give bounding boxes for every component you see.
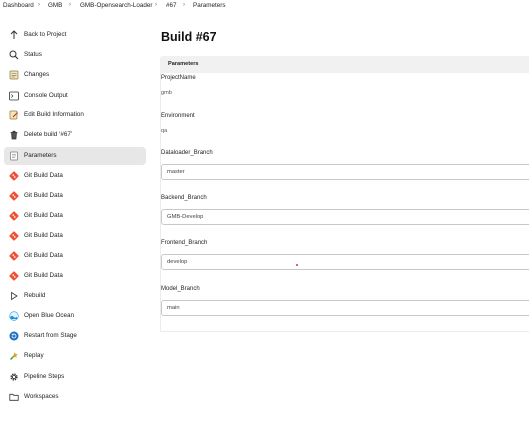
sidebar-item-label: Workspaces — [24, 393, 59, 400]
field-value: main — [167, 305, 180, 311]
sidebar-item-status[interactable]: Status — [4, 46, 146, 64]
search-icon — [9, 50, 19, 60]
play-outline-icon — [11, 291, 18, 301]
sidebar-item-label: Replay — [24, 352, 44, 359]
breadcrumb-job[interactable]: GMB-Opensearch-Loader — [80, 2, 152, 9]
param-label-frontend-branch: Frontend_Branch — [161, 240, 208, 246]
frontend-branch-field[interactable]: develop — [161, 254, 529, 270]
section-title: Parameters — [168, 61, 199, 67]
backend-branch-field[interactable]: GMB-Develop — [161, 209, 529, 225]
sidebar-item-label: Changes — [24, 71, 50, 78]
sidebar-item-label: Git Build Data — [24, 232, 63, 239]
replay-icon — [9, 352, 18, 361]
sidebar-item-open-blue-ocean[interactable]: Open Blue Ocean — [4, 307, 146, 325]
sidebar-item-label: Edit Build Information — [24, 111, 84, 118]
git-icon — [9, 211, 19, 221]
field-value: GMB-Develop — [167, 214, 204, 220]
breadcrumb-build[interactable]: #67 — [166, 2, 177, 9]
sidebar-item-label: Back to Project — [24, 31, 67, 38]
breadcrumb-dashboard[interactable]: Dashboard — [3, 2, 34, 9]
sidebar-item-git-build-data[interactable]: Git Build Data — [4, 267, 146, 285]
sidebar-item-git-build-data[interactable]: Git Build Data — [4, 247, 146, 265]
notepad-pencil-icon — [9, 110, 18, 120]
field-value: master — [167, 169, 185, 175]
sidebar-item-label: Git Build Data — [24, 252, 63, 259]
param-value-environment: qa — [161, 128, 168, 134]
breadcrumb-gmb[interactable]: GMB — [48, 2, 62, 9]
param-label-model-branch: Model_Branch — [161, 286, 200, 292]
sidebar-item-back-to-project[interactable]: Back to Project — [4, 26, 146, 44]
sidebar-item-workspaces[interactable]: Workspaces — [4, 388, 146, 406]
breadcrumb-parameters[interactable]: Parameters — [193, 2, 226, 9]
param-label-backend-branch: Backend_Branch — [161, 195, 207, 201]
parameters-panel — [160, 73, 529, 332]
sidebar-item-console-output[interactable]: Console Output — [4, 87, 146, 105]
sidebar-item-label: Git Build Data — [24, 212, 63, 219]
model-branch-field[interactable]: main — [161, 300, 529, 316]
folder-icon — [9, 393, 19, 401]
sidebar-item-delete-build[interactable]: Delete build ‘#67’ — [4, 126, 146, 144]
cursor-dot — [296, 264, 298, 266]
chevron-right-icon: › — [183, 2, 185, 8]
sidebar-item-git-build-data[interactable]: Git Build Data — [4, 187, 146, 205]
sidebar-item-replay[interactable]: Replay — [4, 347, 146, 365]
git-icon — [9, 191, 19, 201]
sidebar-item-git-build-data[interactable]: Git Build Data — [4, 227, 146, 245]
git-icon — [9, 231, 19, 241]
arrow-up-icon — [10, 30, 18, 39]
param-label-environment: Environment — [161, 113, 195, 119]
chevron-right-icon: › — [155, 2, 157, 8]
sidebar-item-restart-from-stage[interactable]: Restart from Stage — [4, 327, 146, 345]
blue-ocean-icon — [9, 311, 19, 321]
sidebar-item-changes[interactable]: Changes — [4, 66, 146, 84]
field-value: develop — [167, 259, 188, 265]
dataloader-branch-field[interactable]: master — [161, 164, 529, 180]
sidebar-item-label: Console Output — [24, 92, 68, 99]
sidebar-item-label: Open Blue Ocean — [24, 312, 75, 319]
sidebar-item-label: Delete build ‘#67’ — [24, 131, 73, 138]
git-icon — [9, 171, 19, 181]
chevron-right-icon: › — [69, 2, 71, 8]
sidebar-item-label: Git Build Data — [24, 192, 63, 199]
sidebar-item-label: Rebuild — [24, 292, 46, 299]
page-title: Build #67 — [161, 30, 217, 44]
sidebar-item-git-build-data[interactable]: Git Build Data — [4, 167, 146, 185]
sidebar-item-label: Git Build Data — [24, 172, 63, 179]
chevron-right-icon: › — [38, 2, 40, 8]
notepad-icon — [9, 70, 19, 80]
sidebar-item-rebuild[interactable]: Rebuild — [4, 287, 146, 305]
sidebar-item-label: Status — [24, 51, 42, 58]
gear-icon — [10, 373, 18, 381]
git-icon — [9, 271, 19, 281]
param-value-projectname: gmb — [161, 90, 172, 96]
trash-icon — [10, 130, 18, 140]
git-icon — [9, 251, 19, 261]
sidebar-item-label: Pipeline Steps — [24, 373, 65, 380]
sidebar-item-git-build-data[interactable]: Git Build Data — [4, 207, 146, 225]
param-label-dataloader-branch: Dataloader_Branch — [161, 150, 213, 156]
sidebar-item-parameters[interactable]: Parameters — [4, 147, 146, 165]
sidebar-item-label: Git Build Data — [24, 272, 63, 279]
document-icon — [10, 151, 18, 161]
sidebar-item-label: Restart from Stage — [24, 332, 77, 339]
sidebar-item-edit-build-information[interactable]: Edit Build Information — [4, 106, 146, 124]
param-label-projectname: ProjectName — [161, 75, 196, 81]
sidebar-item-pipeline-steps[interactable]: Pipeline Steps — [4, 368, 146, 386]
parameters-section-header: Parameters — [160, 56, 529, 73]
breadcrumb: Dashboard › GMB › GMB-Opensearch-Loader … — [0, 0, 529, 14]
sidebar-item-label: Parameters — [24, 152, 57, 159]
terminal-icon — [9, 91, 19, 101]
restart-icon — [9, 331, 19, 341]
